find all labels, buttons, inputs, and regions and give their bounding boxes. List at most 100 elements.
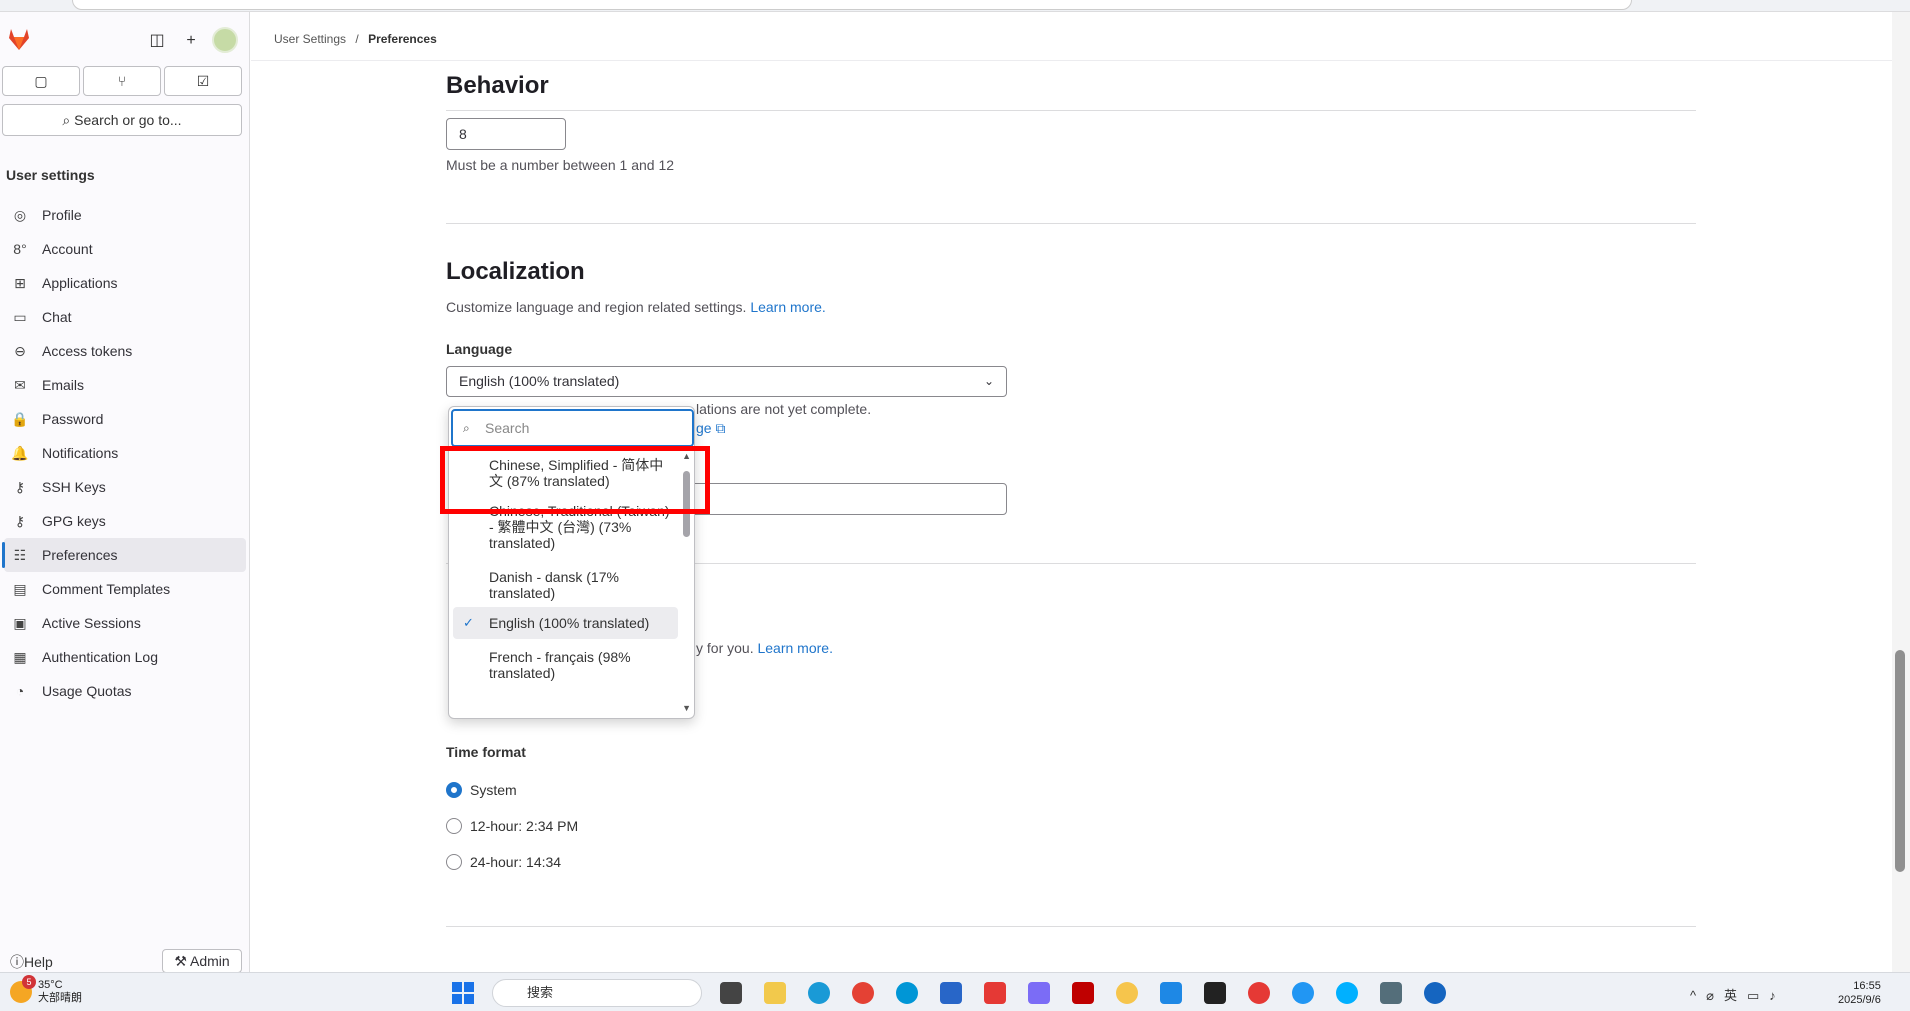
- chevron-up-icon[interactable]: ^: [1690, 988, 1706, 1003]
- search-button[interactable]: ⌕ Search or go to...: [2, 104, 242, 136]
- admin-button[interactable]: ⚒ Admin: [162, 949, 242, 973]
- help-translate-link[interactable]: ge: [696, 420, 712, 436]
- translation-help-link[interactable]: ge ⧉: [696, 420, 725, 437]
- sidebar-item-preferences[interactable]: ☷ Preferences: [2, 538, 246, 572]
- todo-icon[interactable]: ☑: [164, 66, 242, 96]
- scroll-down-icon[interactable]: ▼: [682, 703, 691, 713]
- network-icon[interactable]: ⌀: [1706, 988, 1724, 1003]
- bell-icon: 🔔: [11, 445, 29, 461]
- breadcrumb: User Settings / Preferences: [274, 32, 437, 46]
- task-view-icon[interactable]: [720, 982, 742, 1004]
- sidebar-item-account[interactable]: 8° Account: [4, 232, 246, 266]
- radio-unchecked-icon[interactable]: [446, 818, 462, 835]
- section-divider: [446, 926, 1696, 927]
- vscode-icon[interactable]: [1160, 982, 1182, 1004]
- avatar[interactable]: [212, 27, 238, 53]
- wps-icon[interactable]: [984, 982, 1006, 1004]
- terminal-icon[interactable]: [1204, 982, 1226, 1004]
- windows-start-icon[interactable]: [452, 982, 474, 1004]
- search-icon: ⌕: [463, 421, 470, 435]
- chrome-icon[interactable]: [852, 982, 874, 1004]
- sidebar-item-password[interactable]: 🔒 Password: [4, 402, 246, 436]
- language-select[interactable]: English (100% translated) ⌄: [446, 366, 1007, 397]
- input-language[interactable]: 英: [1724, 988, 1747, 1003]
- address-bar[interactable]: [72, 0, 1632, 10]
- sidebar-item-gpg-keys[interactable]: ⚷ GPG keys: [4, 504, 246, 538]
- behavior-divider: [446, 110, 1696, 111]
- help-button[interactable]: ⓘHelp: [10, 952, 53, 972]
- sidebar-item-ssh-keys[interactable]: ⚷ SSH Keys: [4, 470, 246, 504]
- sidebar-item-label: Active Sessions: [42, 615, 141, 631]
- create-new-icon[interactable]: +: [180, 30, 202, 52]
- clock-time: 16:55: [1853, 980, 1881, 992]
- sidebar-item-label: Authentication Log: [42, 649, 158, 665]
- issues-icon[interactable]: ▢: [2, 66, 80, 96]
- sync-icon[interactable]: [1292, 982, 1314, 1004]
- learn-more-link[interactable]: Learn more.: [750, 299, 825, 315]
- option-danish[interactable]: Danish - dansk (17% translated): [453, 563, 678, 607]
- check-app-icon[interactable]: [1424, 982, 1446, 1004]
- sidebar-item-comment-templates[interactable]: ▤ Comment Templates: [4, 572, 246, 606]
- sidebar-item-usage-quotas[interactable]: ◔ Usage Quotas: [4, 674, 246, 708]
- external-link-icon: ⧉: [715, 420, 726, 436]
- taskbar-search[interactable]: 搜索: [492, 979, 702, 1007]
- radio-system[interactable]: System: [446, 780, 517, 800]
- sidebar-item-chat[interactable]: ▭ Chat: [4, 300, 246, 334]
- system-tray[interactable]: ^⌀英▭♪: [1690, 985, 1786, 1004]
- translation-note: lations are not yet complete.: [696, 401, 872, 417]
- search-icon: ⌕: [62, 112, 71, 128]
- file-explorer-icon[interactable]: [764, 982, 786, 1004]
- sidebar-item-label: Password: [42, 411, 104, 427]
- filezilla-icon[interactable]: [1072, 982, 1094, 1004]
- radio-12-hour[interactable]: 12-hour: 2:34 PM: [446, 816, 578, 836]
- radio-unchecked-icon[interactable]: [446, 854, 462, 871]
- breadcrumb-parent[interactable]: User Settings: [274, 32, 346, 46]
- quota-icon: ◔: [15, 683, 25, 699]
- page-scrollbar-thumb[interactable]: [1895, 650, 1905, 872]
- sidebar-item-notifications[interactable]: 🔔 Notifications: [4, 436, 246, 470]
- sidebar-item-emails[interactable]: ✉ Emails: [4, 368, 246, 402]
- dropdown-search-input[interactable]: ⌕ Search: [451, 409, 694, 447]
- sidebar: ◫ + ▢ ⑂ ☑ ⌕ Search or go to... User sett…: [0, 12, 250, 973]
- option-french[interactable]: French - français (98% translated): [453, 639, 678, 689]
- breadcrumb-separator: /: [355, 32, 359, 46]
- option-english[interactable]: ✓ English (100% translated): [453, 607, 678, 639]
- check-icon: ✓: [463, 615, 474, 630]
- learn-more-link[interactable]: Learn more.: [757, 640, 832, 656]
- radio-checked-icon[interactable]: [446, 782, 462, 799]
- sidebar-item-applications[interactable]: ⊞ Applications: [4, 266, 246, 300]
- chevron-down-icon: ⌄: [983, 374, 994, 388]
- hp-icon[interactable]: [896, 982, 918, 1004]
- display-icon[interactable]: ▭: [1747, 988, 1769, 1003]
- clock[interactable]: 16:55 2025/9/6: [1838, 979, 1881, 1007]
- sidebar-item-authentication-log[interactable]: ▦ Authentication Log: [4, 640, 246, 674]
- radio-label: System: [470, 782, 517, 798]
- sidebar-item-label: Chat: [42, 309, 72, 325]
- cloud-icon[interactable]: [1028, 982, 1050, 1004]
- gitlab-logo-icon[interactable]: [6, 26, 32, 52]
- key-icon: ⚷: [14, 513, 26, 529]
- netease-icon[interactable]: [1248, 982, 1270, 1004]
- toggle-sidebar-icon[interactable]: ◫: [146, 30, 168, 52]
- volume-icon[interactable]: ♪: [1769, 988, 1786, 1003]
- behavior-help: Must be a number between 1 and 12: [446, 157, 675, 173]
- sidebar-item-label: Preferences: [42, 547, 118, 563]
- sidebar-item-active-sessions[interactable]: ▣ Active Sessions: [4, 606, 246, 640]
- merge-requests-icon[interactable]: ⑂: [83, 66, 161, 96]
- app-icon[interactable]: [1116, 982, 1138, 1004]
- radio-label: 12-hour: 2:34 PM: [470, 818, 579, 834]
- sidebar-item-profile[interactable]: ◎ Profile: [4, 198, 246, 232]
- weather-temp: 35°C: [38, 979, 63, 991]
- store-icon[interactable]: [940, 982, 962, 1004]
- edge-icon[interactable]: [808, 982, 830, 1004]
- chat-app-icon[interactable]: [1336, 982, 1358, 1004]
- token-icon: ⊖: [14, 343, 26, 359]
- remote-desktop-icon[interactable]: [1380, 982, 1402, 1004]
- sidebar-item-access-tokens[interactable]: ⊖ Access tokens: [4, 334, 246, 368]
- behavior-number-input[interactable]: 8: [446, 118, 566, 150]
- first-day-select[interactable]: [690, 483, 1007, 515]
- localization-desc: Customize language and region related se…: [446, 299, 826, 315]
- weather-widget[interactable]: 5 35°C 大部晴朗: [10, 975, 82, 1005]
- taskbar-search-label: 搜索: [527, 985, 554, 1000]
- radio-24-hour[interactable]: 24-hour: 14:34: [446, 852, 561, 872]
